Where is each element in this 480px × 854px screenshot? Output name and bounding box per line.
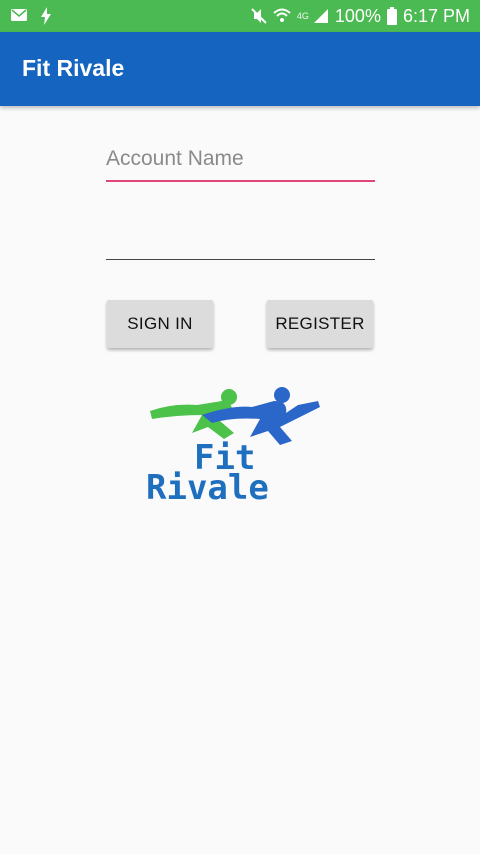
- battery-percent: 100%: [334, 5, 381, 26]
- register-button[interactable]: REGISTER: [267, 300, 373, 348]
- signal-icon: [313, 8, 329, 24]
- status-bar: 4G 100% 6:17 PM: [0, 0, 480, 32]
- mail-icon: [10, 7, 28, 30]
- fit-rivale-logo: Fit Rivale: [142, 385, 342, 508]
- charging-bolt-icon: [40, 7, 52, 30]
- notification-icons: [10, 7, 52, 30]
- app-bar: Fit Rivale: [0, 32, 480, 106]
- app-title: Fit Rivale: [22, 55, 125, 81]
- account-name-input[interactable]: [106, 138, 375, 182]
- sign-in-button[interactable]: SIGN IN: [107, 300, 213, 348]
- wifi-icon: [273, 8, 291, 24]
- battery-icon: [386, 7, 397, 25]
- mute-icon: [251, 7, 267, 25]
- logo-word-rivale: Rivale: [146, 468, 269, 505]
- blue-runner-icon: [202, 387, 320, 445]
- clock: 6:17 PM: [402, 5, 470, 26]
- network-type: 4G: [296, 11, 309, 21]
- password-input[interactable]: [106, 217, 375, 260]
